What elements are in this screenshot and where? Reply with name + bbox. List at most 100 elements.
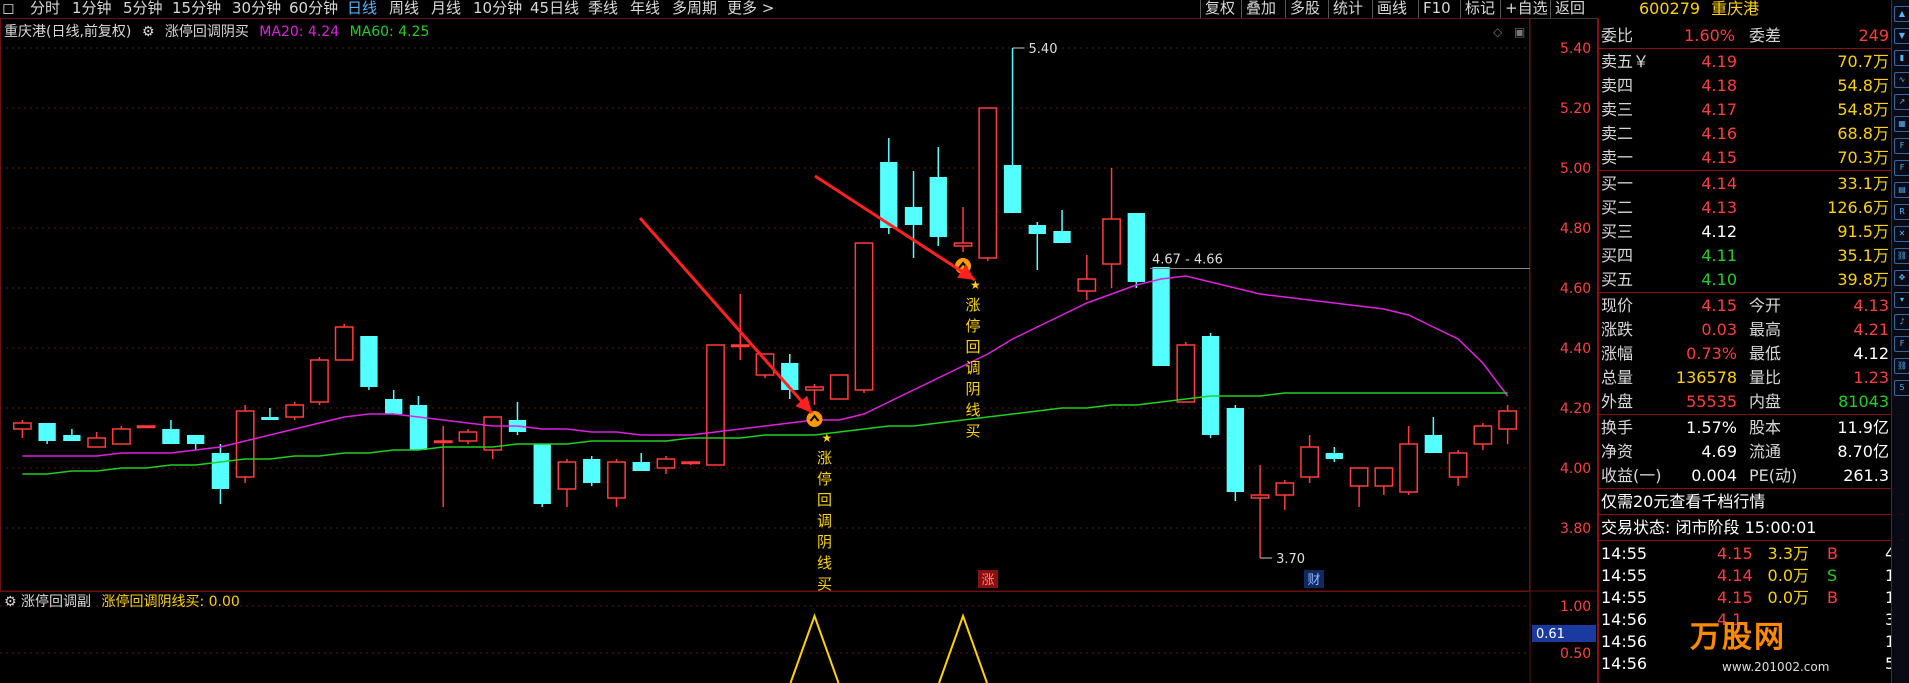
period-tab-9[interactable]: 10分钟 [473,0,522,18]
quote-label: 委比 [1601,26,1634,45]
indicator-name[interactable]: 涨停回调阴买 [165,24,249,40]
period-tab-7[interactable]: 周线 [389,0,419,18]
quote-row: 涨幅 0.73% 最低 4.12 [1599,342,1893,365]
period-tab-4[interactable]: 30分钟 [232,0,281,18]
candle-body [1275,482,1295,496]
quote-value: 1.57% [1686,418,1737,437]
toolbar-button-4[interactable]: 画线 [1372,0,1411,18]
period-tab-10[interactable]: 45日线 [530,0,579,18]
candle-body [334,326,354,361]
sub-chart-legend: ⚙ 涨停回调副 涨停回调阴线买: 0.00 [4,591,240,611]
quote-value: 4.16 [1701,124,1737,143]
quote-label: 涨幅 [1601,344,1634,363]
line-icon[interactable]: ∿ [1894,72,1909,88]
candle-body [978,107,998,259]
toolbar-button-0[interactable]: 复权 [1200,0,1239,18]
period-tab-12[interactable]: 年线 [630,0,660,18]
quote-row: 委比 1.60% 委差 249 [1599,24,1893,47]
period-tab-13[interactable]: 多周期 [672,0,717,18]
divider [1599,292,1893,293]
promo-link[interactable]: 仅需20元查看千档行情 [1599,490,1895,513]
delete-icon[interactable]: ✕ [1894,226,1909,242]
bell-icon[interactable]: ♪ [1894,314,1909,330]
candle-body [557,461,577,490]
divider [1599,540,1893,541]
y-tick-label: 5.20 [1560,101,1591,117]
period-tab-2[interactable]: 5分钟 [123,0,163,18]
quote-value-2: 261.3 [1843,466,1889,485]
period-tab-0[interactable]: 分时 [30,0,60,18]
toolbar-button-5[interactable]: F10 [1418,0,1455,18]
candle-body [433,440,453,444]
toolbar-button-8[interactable]: 返回 [1550,0,1589,18]
bar-icon[interactable]: ▮ [1894,50,1909,66]
indicator-icon[interactable]: ⚙ [142,24,155,40]
quote-value: 4.15 [1701,148,1737,167]
candle-body [1399,443,1419,493]
candle-body [1226,408,1244,492]
period-tab-8[interactable]: 月线 [431,0,461,18]
y-tick-label: 4.60 [1560,281,1591,297]
sub-tick-label: 0.50 [1560,646,1591,662]
candle-body [904,207,923,225]
candle-body [186,435,205,444]
tick-v: 3.3万 [1767,544,1809,563]
candle-body [953,242,973,247]
toolbar-button-1[interactable]: 叠加 [1241,0,1280,18]
tick-row: 14:554.153.3万B4 [1599,542,1895,565]
fs-icon[interactable]: F [1894,336,1909,352]
toolbar-button-7[interactable]: +自选 [1500,0,1552,18]
five-icon[interactable]: 5 [1894,380,1909,396]
quote-row: 卖五￥ 4.19 70.7万 [1599,50,1893,73]
move-icon[interactable]: ✥ [1894,270,1909,286]
f10-icon[interactable]: F [1894,138,1909,154]
period-tab-3[interactable]: 15分钟 [172,0,221,18]
period-tab-1[interactable]: 1分钟 [72,0,112,18]
fi-icon[interactable]: F [1894,160,1909,176]
arrow-up-icon[interactable]: ▲ [1894,6,1909,22]
trend-icon[interactable]: ↗ [1894,94,1909,110]
candle-body [656,458,676,469]
toolbar-button-3[interactable]: 统计 [1328,0,1367,18]
quote-label-2: 最低 [1749,344,1782,363]
chart-icon[interactable]: ▤ [1894,182,1909,198]
brand-url: www.201002.com [1722,660,1830,674]
window-icon[interactable]: ◻ [2,0,14,18]
toolbar-button-2[interactable]: 多股 [1285,0,1324,18]
period-tab-14[interactable]: 更多 > [727,0,774,18]
stock-header: 600279 重庆港 [1599,0,1893,18]
annotation-arrow [638,217,814,414]
quote-row: 买二 4.13 126.6万 [1599,196,1893,219]
candle-body [854,242,874,391]
period-tab-11[interactable]: 季线 [588,0,618,18]
period-tab-5[interactable]: 60分钟 [289,0,338,18]
signal-star-icon: ★ [822,431,833,445]
sub-settings-icon[interactable]: ⚙ [4,594,17,610]
quote-value: 55535 [1686,392,1737,411]
quote-label-2: 最高 [1749,320,1782,339]
sub-indicator-title[interactable]: 涨停回调副 [21,594,91,610]
candle-body [880,162,898,228]
quote-value: 136578 [1675,368,1737,387]
signal-text-char: 线 [817,554,832,572]
link2-icon[interactable]: ⛓ [1894,358,1909,374]
bid-volume: 91.5万 [1837,222,1889,241]
toolbar-button-6[interactable]: 标记 [1460,0,1499,18]
ask-volume: 54.8万 [1837,76,1889,95]
divider [1599,170,1893,171]
rs-icon[interactable]: R [1894,204,1909,220]
candle-body [1374,467,1394,487]
link-icon[interactable]: ⛓ [1894,248,1909,264]
tick-p: 4.14 [1717,566,1753,585]
kline-chart[interactable]: 5.40 5.20 5.00 4.80 4.60 4.40 4.20 4.00 3.80 5.40… [0,18,1597,683]
ask-volume: 70.3万 [1837,148,1889,167]
arrow-down-icon[interactable]: ▼ [1894,28,1909,44]
tick-t: 14:56 [1601,610,1648,629]
quote-label: 外盘 [1601,392,1634,411]
period-tab-6[interactable]: 日线 [347,0,377,18]
divider [1599,48,1893,49]
chart-frame [0,18,1530,592]
candle-body [235,410,255,478]
grid-icon[interactable]: ▦ [1894,116,1909,132]
down-icon[interactable]: ▾ [1894,292,1909,308]
